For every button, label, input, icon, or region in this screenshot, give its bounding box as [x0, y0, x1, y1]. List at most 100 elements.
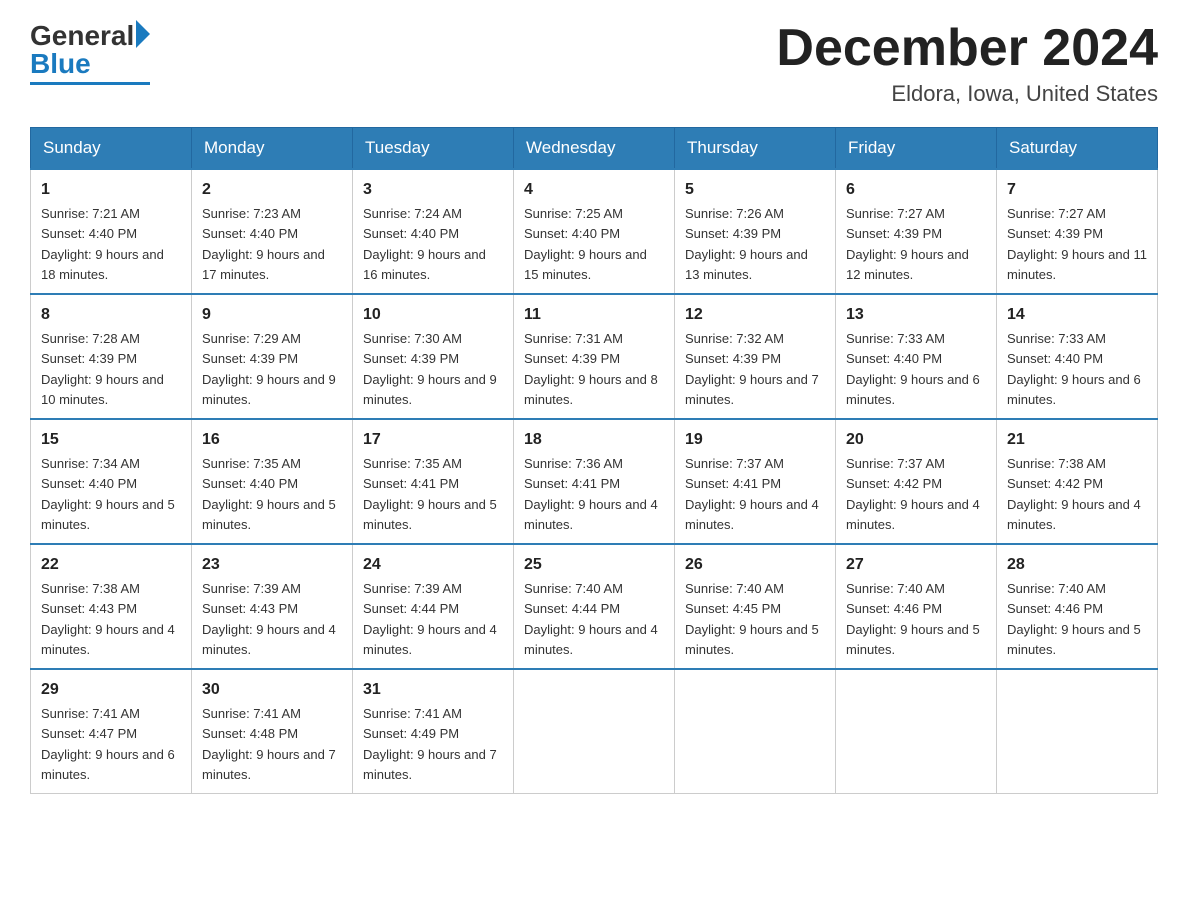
- calendar-cell: 15 Sunrise: 7:34 AMSunset: 4:40 PMDayligh…: [31, 419, 192, 544]
- day-info: Sunrise: 7:33 AMSunset: 4:40 PMDaylight:…: [1007, 331, 1141, 407]
- calendar-table: SundayMondayTuesdayWednesdayThursdayFrid…: [30, 127, 1158, 794]
- day-info: Sunrise: 7:40 AMSunset: 4:46 PMDaylight:…: [1007, 581, 1141, 657]
- calendar-cell: 9 Sunrise: 7:29 AMSunset: 4:39 PMDaylight…: [192, 294, 353, 419]
- day-number: 31: [363, 678, 503, 702]
- calendar-cell: 17 Sunrise: 7:35 AMSunset: 4:41 PMDayligh…: [353, 419, 514, 544]
- day-header-wednesday: Wednesday: [514, 128, 675, 170]
- header: General Blue December 2024 Eldora, Iowa,…: [30, 20, 1158, 107]
- day-info: Sunrise: 7:27 AMSunset: 4:39 PMDaylight:…: [846, 206, 969, 282]
- day-number: 17: [363, 428, 503, 452]
- day-number: 1: [41, 178, 181, 202]
- day-info: Sunrise: 7:36 AMSunset: 4:41 PMDaylight:…: [524, 456, 658, 532]
- calendar-cell: 6 Sunrise: 7:27 AMSunset: 4:39 PMDaylight…: [836, 169, 997, 294]
- day-info: Sunrise: 7:40 AMSunset: 4:46 PMDaylight:…: [846, 581, 980, 657]
- day-number: 10: [363, 303, 503, 327]
- calendar-cell: 23 Sunrise: 7:39 AMSunset: 4:43 PMDayligh…: [192, 544, 353, 669]
- calendar-cell: 7Sunrise: 7:27 AMSunset: 4:39 PMDaylight…: [997, 169, 1158, 294]
- week-row-3: 15 Sunrise: 7:34 AMSunset: 4:40 PMDayligh…: [31, 419, 1158, 544]
- day-info: Sunrise: 7:39 AMSunset: 4:43 PMDaylight:…: [202, 581, 336, 657]
- day-number: 4: [524, 178, 664, 202]
- calendar-cell: 25 Sunrise: 7:40 AMSunset: 4:44 PMDayligh…: [514, 544, 675, 669]
- calendar-cell: 8 Sunrise: 7:28 AMSunset: 4:39 PMDaylight…: [31, 294, 192, 419]
- day-number: 6: [846, 178, 986, 202]
- calendar-cell: 30 Sunrise: 7:41 AMSunset: 4:48 PMDayligh…: [192, 669, 353, 794]
- day-number: 16: [202, 428, 342, 452]
- day-info: Sunrise: 7:28 AMSunset: 4:39 PMDaylight:…: [41, 331, 164, 407]
- day-number: 2: [202, 178, 342, 202]
- calendar-cell: 29Sunrise: 7:41 AMSunset: 4:47 PMDayligh…: [31, 669, 192, 794]
- day-info: Sunrise: 7:41 AMSunset: 4:48 PMDaylight:…: [202, 706, 336, 782]
- day-number: 20: [846, 428, 986, 452]
- day-info: Sunrise: 7:21 AMSunset: 4:40 PMDaylight:…: [41, 206, 164, 282]
- calendar-cell: 3Sunrise: 7:24 AMSunset: 4:40 PMDaylight…: [353, 169, 514, 294]
- day-info: Sunrise: 7:30 AMSunset: 4:39 PMDaylight:…: [363, 331, 497, 407]
- day-info: Sunrise: 7:24 AMSunset: 4:40 PMDaylight:…: [363, 206, 486, 282]
- day-info: Sunrise: 7:40 AMSunset: 4:45 PMDaylight:…: [685, 581, 819, 657]
- calendar-cell: [514, 669, 675, 794]
- day-number: 26: [685, 553, 825, 577]
- day-info: Sunrise: 7:26 AMSunset: 4:39 PMDaylight:…: [685, 206, 808, 282]
- day-info: Sunrise: 7:34 AMSunset: 4:40 PMDaylight:…: [41, 456, 175, 532]
- week-row-2: 8 Sunrise: 7:28 AMSunset: 4:39 PMDaylight…: [31, 294, 1158, 419]
- week-row-1: 1 Sunrise: 7:21 AMSunset: 4:40 PMDaylight…: [31, 169, 1158, 294]
- day-info: Sunrise: 7:32 AMSunset: 4:39 PMDaylight:…: [685, 331, 819, 407]
- day-info: Sunrise: 7:37 AMSunset: 4:41 PMDaylight:…: [685, 456, 819, 532]
- day-header-friday: Friday: [836, 128, 997, 170]
- calendar-cell: 11Sunrise: 7:31 AMSunset: 4:39 PMDayligh…: [514, 294, 675, 419]
- day-number: 9: [202, 303, 342, 327]
- calendar-cell: 19 Sunrise: 7:37 AMSunset: 4:41 PMDayligh…: [675, 419, 836, 544]
- title-area: December 2024 Eldora, Iowa, United State…: [776, 20, 1158, 107]
- day-number: 30: [202, 678, 342, 702]
- calendar-cell: 18 Sunrise: 7:36 AMSunset: 4:41 PMDayligh…: [514, 419, 675, 544]
- day-number: 15: [41, 428, 181, 452]
- calendar-cell: 14Sunrise: 7:33 AMSunset: 4:40 PMDayligh…: [997, 294, 1158, 419]
- day-number: 22: [41, 553, 181, 577]
- logo-underline: [30, 82, 150, 85]
- day-number: 28: [1007, 553, 1147, 577]
- day-info: Sunrise: 7:38 AMSunset: 4:42 PMDaylight:…: [1007, 456, 1141, 532]
- day-number: 5: [685, 178, 825, 202]
- calendar-cell: 24Sunrise: 7:39 AMSunset: 4:44 PMDayligh…: [353, 544, 514, 669]
- calendar-cell: 21 Sunrise: 7:38 AMSunset: 4:42 PMDayligh…: [997, 419, 1158, 544]
- day-number: 11: [524, 303, 664, 327]
- day-info: Sunrise: 7:35 AMSunset: 4:40 PMDaylight:…: [202, 456, 336, 532]
- day-number: 27: [846, 553, 986, 577]
- day-info: Sunrise: 7:40 AMSunset: 4:44 PMDaylight:…: [524, 581, 658, 657]
- calendar-cell: 12Sunrise: 7:32 AMSunset: 4:39 PMDayligh…: [675, 294, 836, 419]
- calendar-cell: 16 Sunrise: 7:35 AMSunset: 4:40 PMDayligh…: [192, 419, 353, 544]
- day-header-tuesday: Tuesday: [353, 128, 514, 170]
- day-number: 29: [41, 678, 181, 702]
- calendar-cell: 4Sunrise: 7:25 AMSunset: 4:40 PMDaylight…: [514, 169, 675, 294]
- month-title: December 2024: [776, 20, 1158, 77]
- day-info: Sunrise: 7:33 AMSunset: 4:40 PMDaylight:…: [846, 331, 980, 407]
- logo: General Blue: [30, 20, 150, 85]
- calendar-cell: 27 Sunrise: 7:40 AMSunset: 4:46 PMDayligh…: [836, 544, 997, 669]
- calendar-cell: 26 Sunrise: 7:40 AMSunset: 4:45 PMDayligh…: [675, 544, 836, 669]
- day-number: 21: [1007, 428, 1147, 452]
- logo-blue-text: Blue: [30, 48, 91, 80]
- day-info: Sunrise: 7:41 AMSunset: 4:49 PMDaylight:…: [363, 706, 497, 782]
- day-number: 25: [524, 553, 664, 577]
- day-info: Sunrise: 7:29 AMSunset: 4:39 PMDaylight:…: [202, 331, 336, 407]
- week-row-4: 22 Sunrise: 7:38 AMSunset: 4:43 PMDayligh…: [31, 544, 1158, 669]
- day-number: 8: [41, 303, 181, 327]
- calendar-cell: [997, 669, 1158, 794]
- day-header-saturday: Saturday: [997, 128, 1158, 170]
- calendar-cell: 31 Sunrise: 7:41 AMSunset: 4:49 PMDayligh…: [353, 669, 514, 794]
- day-info: Sunrise: 7:38 AMSunset: 4:43 PMDaylight:…: [41, 581, 175, 657]
- days-header-row: SundayMondayTuesdayWednesdayThursdayFrid…: [31, 128, 1158, 170]
- day-info: Sunrise: 7:37 AMSunset: 4:42 PMDaylight:…: [846, 456, 980, 532]
- day-header-sunday: Sunday: [31, 128, 192, 170]
- day-info: Sunrise: 7:35 AMSunset: 4:41 PMDaylight:…: [363, 456, 497, 532]
- day-number: 18: [524, 428, 664, 452]
- calendar-cell: 10 Sunrise: 7:30 AMSunset: 4:39 PMDayligh…: [353, 294, 514, 419]
- day-number: 23: [202, 553, 342, 577]
- day-info: Sunrise: 7:39 AMSunset: 4:44 PMDaylight:…: [363, 581, 497, 657]
- calendar-cell: [836, 669, 997, 794]
- calendar-cell: 20 Sunrise: 7:37 AMSunset: 4:42 PMDayligh…: [836, 419, 997, 544]
- calendar-cell: 2Sunrise: 7:23 AMSunset: 4:40 PMDaylight…: [192, 169, 353, 294]
- day-number: 19: [685, 428, 825, 452]
- calendar-cell: [675, 669, 836, 794]
- location-title: Eldora, Iowa, United States: [776, 81, 1158, 107]
- day-header-monday: Monday: [192, 128, 353, 170]
